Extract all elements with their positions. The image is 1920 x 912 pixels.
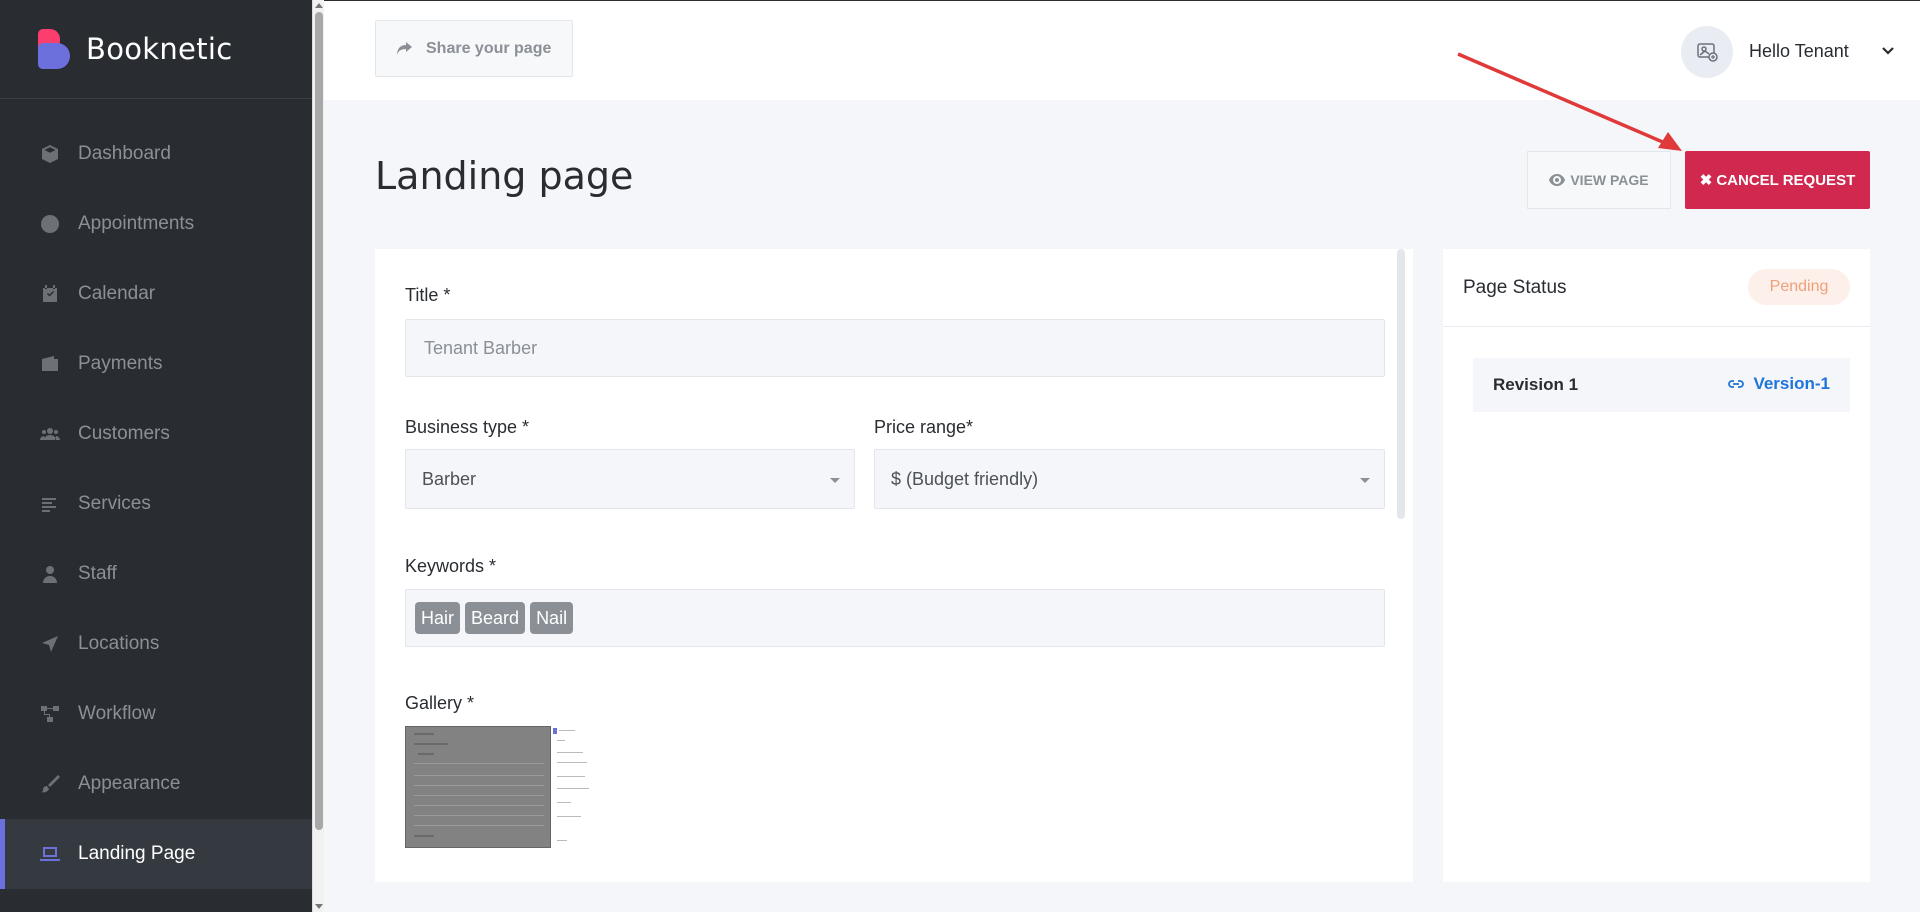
- sidebar-item-staff[interactable]: Staff: [0, 539, 312, 609]
- gallery-label: Gallery *: [405, 693, 475, 713]
- cancel-request-label: CANCEL REQUEST: [1716, 171, 1856, 189]
- gallery-image-thumbnail[interactable]: [405, 726, 593, 848]
- clock-icon: [40, 214, 60, 234]
- user-icon: [40, 564, 60, 584]
- cancel-request-button[interactable]: ✖ CANCEL REQUEST: [1685, 151, 1870, 209]
- wallet-icon: [40, 354, 60, 374]
- sidebar-item-label: Services: [78, 493, 151, 514]
- page-title: Landing page: [375, 154, 634, 198]
- business-type-select[interactable]: Barber: [405, 449, 855, 509]
- sidebar-item-calendar[interactable]: Calendar: [0, 259, 312, 329]
- sidebar-item-label: Appointments: [78, 213, 195, 234]
- share-page-label: Share your page: [426, 39, 552, 57]
- sidebar: Booknetic Dashboard Appointments Calenda…: [0, 0, 312, 912]
- sidebar-menu: Dashboard Appointments Calendar Payments…: [0, 119, 312, 889]
- version-link-label: Version-1: [1753, 374, 1830, 393]
- list-icon: [40, 494, 60, 514]
- sidebar-item-label: Calendar: [78, 283, 156, 304]
- sidebar-item-appointments[interactable]: Appointments: [0, 189, 312, 259]
- version-link[interactable]: Version-1: [1727, 374, 1830, 394]
- sidebar-item-label: Payments: [78, 353, 163, 374]
- sidebar-item-workflow[interactable]: Workflow: [0, 679, 312, 749]
- sidebar-item-label: Locations: [78, 633, 160, 654]
- eye-icon: [1549, 174, 1566, 186]
- title-input[interactable]: Tenant Barber: [405, 319, 1385, 377]
- sidebar-item-payments[interactable]: Payments: [0, 329, 312, 399]
- landing-page-form: Title * Tenant Barber Business type * Ba…: [375, 249, 1413, 882]
- share-page-button[interactable]: Share your page: [375, 20, 573, 77]
- price-range-value: $ (Budget friendly): [891, 468, 1039, 489]
- title-label: Title *: [405, 285, 451, 305]
- caret-down-icon: [830, 478, 840, 483]
- sidebar-item-appearance[interactable]: Appearance: [0, 749, 312, 819]
- workflow-icon: [40, 704, 60, 724]
- status-badge: Pending: [1748, 269, 1850, 305]
- annotation-arrow-icon: [1457, 52, 1682, 151]
- page-status-title: Page Status: [1463, 276, 1567, 298]
- calendar-icon: [40, 284, 60, 304]
- brand[interactable]: Booknetic: [0, 0, 312, 99]
- view-page-label: VIEW PAGE: [1570, 172, 1649, 188]
- sidebar-item-label: Customers: [78, 423, 170, 444]
- keyword-tag[interactable]: Nail: [530, 602, 574, 634]
- price-range-select[interactable]: $ (Budget friendly): [874, 449, 1385, 509]
- sidebar-item-label: Staff: [78, 563, 117, 584]
- sidebar-item-landing-page[interactable]: Landing Page: [0, 819, 312, 889]
- caret-down-icon: [1360, 478, 1370, 483]
- view-page-button[interactable]: VIEW PAGE: [1527, 151, 1671, 209]
- sidebar-item-services[interactable]: Services: [0, 469, 312, 539]
- scroll-down-arrow-icon[interactable]: [315, 904, 323, 909]
- sidebar-item-dashboard[interactable]: Dashboard: [0, 119, 312, 189]
- link-icon: [1728, 380, 1745, 388]
- title-input-value: Tenant Barber: [424, 337, 538, 358]
- revision-row: Revision 1 Version-1: [1473, 358, 1850, 412]
- sidebar-item-locations[interactable]: Locations: [0, 609, 312, 679]
- sidebar-item-label: Dashboard: [78, 143, 171, 164]
- form-scrollbar-thumb[interactable]: [1397, 249, 1405, 519]
- keyword-tag[interactable]: Beard: [465, 602, 526, 634]
- brand-name: Booknetic: [86, 32, 233, 66]
- keywords-label: Keywords *: [405, 556, 497, 576]
- laptop-icon: [40, 844, 60, 864]
- sidebar-item-label: Appearance: [78, 773, 181, 794]
- brush-icon: [40, 774, 60, 794]
- sidebar-item-label: Workflow: [78, 703, 156, 724]
- location-arrow-icon: [40, 634, 60, 654]
- scroll-up-arrow-icon[interactable]: [315, 3, 323, 8]
- user-greeting[interactable]: Hello Tenant: [1749, 41, 1849, 62]
- cube-icon: [40, 144, 60, 164]
- keywords-input[interactable]: Hair Beard Nail: [405, 589, 1385, 647]
- sidebar-item-label: Landing Page: [78, 843, 196, 864]
- scrollbar-thumb[interactable]: [315, 12, 323, 830]
- revision-label: Revision 1: [1493, 375, 1579, 394]
- share-icon: [397, 41, 412, 55]
- booknetic-logo-icon: [38, 29, 72, 69]
- price-range-label: Price range*: [874, 417, 974, 437]
- chevron-down-icon[interactable]: [1881, 44, 1895, 58]
- business-type-label: Business type *: [405, 417, 530, 437]
- business-type-value: Barber: [422, 468, 477, 489]
- user-avatar-icon: [1697, 43, 1718, 62]
- keyword-tag[interactable]: Hair: [415, 602, 461, 634]
- page-status-panel: Page Status Pending Revision 1 Version-1: [1443, 249, 1870, 882]
- close-icon: ✖: [1699, 172, 1713, 189]
- sidebar-item-customers[interactable]: Customers: [0, 399, 312, 469]
- sidebar-scrollbar[interactable]: [312, 0, 324, 912]
- users-icon: [40, 424, 60, 444]
